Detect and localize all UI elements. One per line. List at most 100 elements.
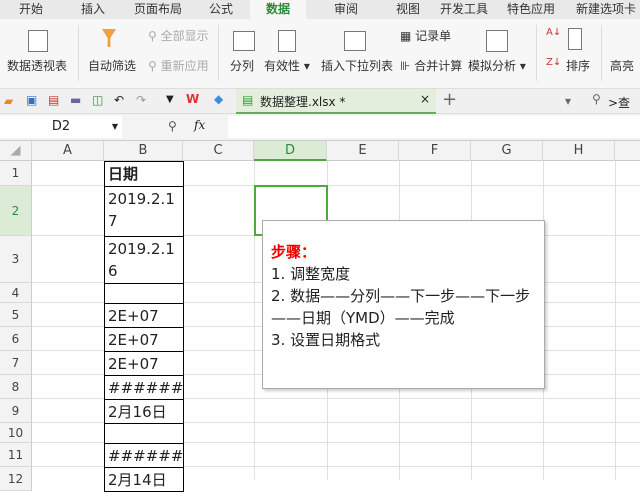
column-header[interactable]: A [32,141,104,161]
sort-button[interactable]: 排序 [566,57,590,74]
document-tab[interactable]: ▤ 数据整理.xlsx * × + [236,89,457,114]
cell-b10[interactable] [104,423,184,444]
tab-new[interactable]: 新建选项卡 [566,0,640,19]
zoom-formula-icon[interactable]: ⚲ [168,119,177,133]
row-header[interactable]: 7 [0,351,32,375]
column-header[interactable]: D [254,141,327,161]
column-header[interactable]: G [471,141,543,161]
cell-b1[interactable]: 日期 [104,161,184,187]
tab-developer[interactable]: 开发工具 [434,0,494,19]
comment-title: 步骤： [271,243,317,261]
row-header[interactable]: 1 [0,161,32,186]
whatif-icon [486,30,508,52]
wps-logo-icon[interactable]: W [186,92,199,106]
cell-b2[interactable]: 2019.2.17 [104,186,184,237]
column-header-partial[interactable] [615,141,640,161]
print-icon[interactable]: ▬ [70,93,81,107]
whatif-label: 模拟分析 [468,59,517,73]
row-header[interactable]: 9 [0,399,32,423]
column-header[interactable]: E [327,141,399,161]
search-label[interactable]: >查 [608,94,630,111]
undo-icon[interactable]: ↶ [114,93,124,107]
validity-button[interactable]: 有效性 ▾ [264,57,310,74]
column-header[interactable]: F [399,141,471,161]
tab-review[interactable]: 审阅 [306,0,386,19]
split-icon [233,31,255,51]
comment-line: 3. 设置日期格式 [271,331,381,349]
document-tab-name: 数据整理.xlsx * [260,95,346,109]
cube-icon[interactable]: ◆ [214,92,223,106]
row-header[interactable]: 11 [0,443,32,467]
pivot-table-button[interactable]: 数据透视表 [7,57,67,74]
consolidate-button[interactable]: ⊪ 合并计算 [400,57,462,74]
tab-view[interactable]: 视图 [386,0,430,19]
pivot-table-icon [28,30,48,52]
print-preview-icon[interactable]: ◫ [92,93,103,107]
reapply-label: 重新应用 [160,59,209,73]
name-box[interactable]: D2 ▼ [0,116,122,138]
fx-icon[interactable]: fx [194,118,205,132]
row-header[interactable]: 2 [0,186,32,236]
tab-page-layout[interactable]: 页面布局 [124,0,192,19]
column-header[interactable]: C [183,141,254,161]
comment-line: 2. 数据——分列——下一步——下一步——日期（YMD）——完成 [271,287,531,327]
close-tab-icon[interactable]: × [420,92,430,106]
insert-dropdown-button[interactable]: 插入下拉列表 [321,57,393,74]
insert-dropdown-icon [344,31,366,51]
row-header[interactable]: 5 [0,303,32,327]
ribbon: 数据透视表 自动筛选 ⚲ 全部显示 ⚲ 重新应用 分列 有效性 ▾ 插入下拉列表… [0,19,640,89]
tab-home[interactable]: 开始 [0,0,62,19]
tab-data[interactable]: 数据 [250,0,306,19]
cell-b4[interactable] [104,283,184,304]
open-icon[interactable]: ▰ [4,94,13,108]
cell-b6[interactable]: 2E+07 [104,327,184,352]
highlight-button[interactable]: 高亮 [610,57,634,74]
row-header[interactable]: 8 [0,375,32,399]
excel-file-icon: ▤ [242,93,254,107]
sort-asc-icon[interactable]: A↓ [546,27,561,38]
cell-b9[interactable]: 2月16日 [104,399,184,424]
cell-b7[interactable]: 2E+07 [104,351,184,376]
cell-comment: 步骤： 1. 调整宽度 2. 数据——分列——下一步——下一步——日期（YMD）… [262,220,545,389]
row-header[interactable]: 4 [0,283,32,303]
cell-b8[interactable]: ####### [104,375,184,400]
autofilter-button[interactable]: 自动筛选 [88,57,136,74]
sort-icon [568,28,582,50]
column-header[interactable]: H [543,141,615,161]
show-all-button[interactable]: ⚲ 全部显示 [148,27,209,44]
consolidate-label: 合并计算 [414,59,463,73]
row-header[interactable]: 3 [0,236,32,283]
sort-desc-icon[interactable]: Z↓ [546,57,561,68]
validity-label: 有效性 [264,59,301,73]
row-header[interactable]: 12 [0,467,32,491]
cell-b3[interactable]: 2019.2.16 [104,236,184,284]
whatif-button[interactable]: 模拟分析 ▾ [468,57,526,74]
filter-icon [102,29,116,47]
row-header[interactable]: 6 [0,327,32,351]
row-header[interactable]: 10 [0,423,32,443]
customize-dropdown-icon[interactable]: ▼ [166,94,174,105]
cell-b11[interactable]: ####### [104,443,184,468]
export-pdf-icon[interactable]: ▤ [48,93,59,107]
split-button[interactable]: 分列 [230,57,254,74]
select-all-corner[interactable]: ◢ [0,141,32,161]
tab-insert[interactable]: 插入 [62,0,124,19]
column-header[interactable]: B [104,141,183,161]
tab-special[interactable]: 特色应用 [500,0,562,19]
formula-input[interactable] [228,116,640,138]
comment-line: 1. 调整宽度 [271,265,351,283]
tab-formula[interactable]: 公式 [192,0,250,19]
new-tab-icon[interactable]: + [442,89,457,110]
record-label: 记录单 [415,29,452,43]
pin-icon[interactable]: ▾ [565,94,571,108]
record-button[interactable]: ▦ 记录单 [400,27,451,44]
menu-tab-bar: 开始 插入 页面布局 公式 数据 审阅 视图 开发工具 特色应用 新建选项卡 [0,0,640,19]
cell-b5[interactable]: 2E+07 [104,303,184,328]
redo-icon[interactable]: ↷ [136,93,146,107]
name-box-value: D2 [51,119,71,134]
show-all-label: 全部显示 [160,29,209,43]
validity-icon [278,30,296,52]
search-icon[interactable]: ⚲ [592,92,601,106]
reapply-button[interactable]: ⚲ 重新应用 [148,57,209,74]
save-icon[interactable]: ▣ [26,93,37,107]
